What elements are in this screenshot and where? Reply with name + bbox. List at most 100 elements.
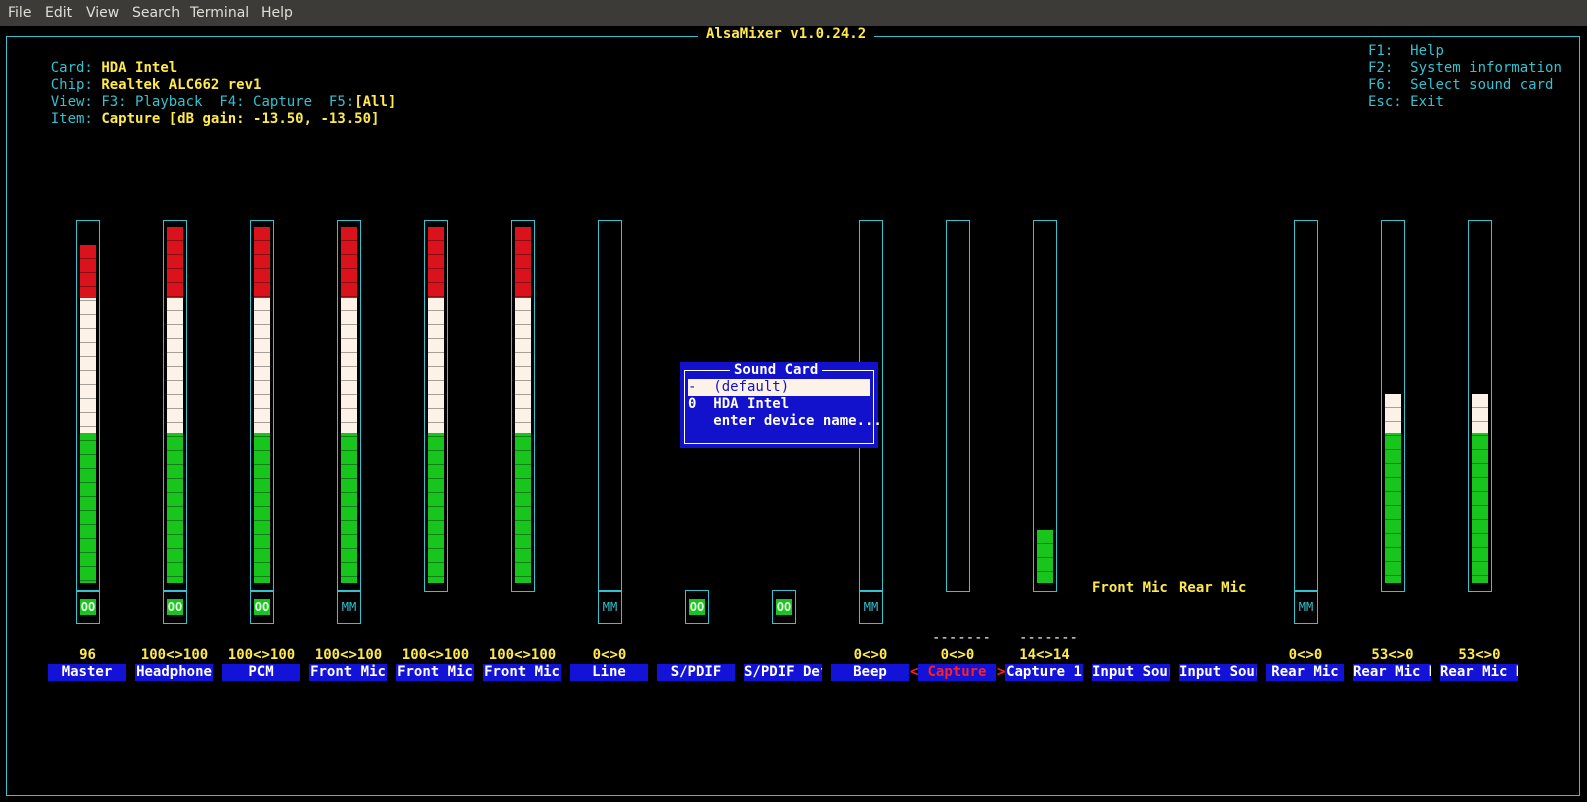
dialog-option-enter-device[interactable]: enter device name... xyxy=(688,413,882,430)
help-f1-text: Help xyxy=(1410,43,1444,59)
control-15-switch-state: MM xyxy=(1298,600,1314,614)
control-12-volume-value: 14<>14 xyxy=(1019,647,1070,663)
control-10-mute-switch[interactable]: MM xyxy=(859,590,883,624)
control-3-level-fill xyxy=(254,227,270,583)
control-5-level-fill xyxy=(428,227,444,583)
control-4-name-label[interactable]: Front Mic xyxy=(309,664,387,681)
control-1-volume-bar[interactable] xyxy=(76,220,100,592)
control-8-mute-switch[interactable]: OO xyxy=(685,590,709,624)
control-3-name-label[interactable]: PCM xyxy=(222,664,300,681)
control-12-volume-bar[interactable] xyxy=(1033,220,1057,592)
control-1-name-label[interactable]: Master xyxy=(48,664,126,681)
control-2-mute-switch[interactable]: OO xyxy=(163,590,187,624)
help-f1: F1: Help xyxy=(1368,43,1444,60)
help-esc-key: Esc: xyxy=(1368,94,1402,110)
control-16-volume-value: 53<>0 xyxy=(1371,647,1414,663)
control-7-switch-state: MM xyxy=(602,600,618,614)
help-f2-text: System information xyxy=(1410,60,1562,76)
select-arrow-right: > xyxy=(997,664,1006,680)
control-2-switch-state: OO xyxy=(167,599,183,615)
control-17-volume-value: 53<>0 xyxy=(1458,647,1501,663)
control-4-level-fill xyxy=(341,227,357,583)
menu-file[interactable]: File xyxy=(8,5,31,21)
menu-edit[interactable]: Edit xyxy=(45,5,72,21)
control-1-mute-switch[interactable]: OO xyxy=(76,590,100,624)
sound-card-dialog: Sound Card - (default) 0 HDA Intel enter… xyxy=(680,362,882,448)
control-2-name-label[interactable]: Headphone xyxy=(135,664,213,681)
help-f2: F2: System information xyxy=(1368,60,1562,77)
control-15-name-label[interactable]: Rear Mic xyxy=(1266,664,1344,681)
control-14-name-label[interactable]: Input Sour xyxy=(1179,664,1257,681)
control-7-mute-switch[interactable]: MM xyxy=(598,590,622,624)
control-4-switch-state: MM xyxy=(341,600,357,614)
item-label: Item: xyxy=(50,111,93,127)
control-8-name-label[interactable]: S/PDIF xyxy=(657,664,735,681)
item-line: Item: Capture [dB gain: -13.50, -13.50] xyxy=(17,94,380,145)
control-6-name-label[interactable]: Front Mic xyxy=(483,664,561,681)
control-12-level-fill xyxy=(1037,530,1053,583)
control-12-name-label[interactable]: Capture 1 xyxy=(1005,664,1083,681)
control-16-volume-bar[interactable] xyxy=(1381,220,1405,592)
control-17-level-fill xyxy=(1472,394,1488,583)
control-13-enum-value[interactable]: Front Mic xyxy=(1092,580,1168,597)
control-9-mute-switch[interactable]: OO xyxy=(772,590,796,624)
control-5-volume-value: 100<>100 xyxy=(401,647,470,663)
control-3-mute-switch[interactable]: OO xyxy=(250,590,274,624)
menu-help[interactable]: Help xyxy=(261,5,293,21)
help-f2-key: F2: xyxy=(1368,60,1394,76)
menu-search[interactable]: Search xyxy=(132,5,180,21)
menubar: File Edit View Search Terminal Help xyxy=(0,0,1587,26)
control-5-volume-bar[interactable] xyxy=(424,220,448,592)
control-10-volume-value: 0<>0 xyxy=(853,647,888,663)
control-6-level-fill xyxy=(515,227,531,583)
control-6-volume-bar[interactable] xyxy=(511,220,535,592)
control-12-capture-marker: ------- xyxy=(1018,630,1078,646)
help-esc-text: Exit xyxy=(1410,94,1444,110)
control-6-volume-value: 100<>100 xyxy=(488,647,557,663)
control-8-switch-state: OO xyxy=(689,599,705,615)
dialog-option-default[interactable]: - (default) xyxy=(688,379,870,396)
window-title: AlsaMixer v1.0.24.2 xyxy=(698,26,875,43)
control-9-name-label[interactable]: S/PDIF Def xyxy=(744,664,822,681)
menu-terminal[interactable]: Terminal xyxy=(190,5,249,21)
control-1-level-fill xyxy=(80,245,96,583)
dialog-option-hda-intel[interactable]: 0 HDA Intel xyxy=(688,396,870,413)
control-15-volume-value: 0<>0 xyxy=(1288,647,1323,663)
control-3-volume-bar[interactable] xyxy=(250,220,274,592)
help-f6-text: Select sound card xyxy=(1410,77,1554,93)
control-9-switch-state: OO xyxy=(776,599,792,615)
control-15-mute-switch[interactable]: MM xyxy=(1294,590,1318,624)
control-2-volume-bar[interactable] xyxy=(163,220,187,592)
control-4-volume-bar[interactable] xyxy=(337,220,361,592)
control-11-name-label[interactable]: Capture xyxy=(918,664,996,681)
control-4-mute-switch[interactable]: MM xyxy=(337,590,361,624)
select-arrow-left: < xyxy=(910,664,919,680)
control-2-level-fill xyxy=(167,227,183,583)
control-4-volume-value: 100<>100 xyxy=(314,647,383,663)
menu-view[interactable]: View xyxy=(86,5,119,21)
control-16-name-label[interactable]: Rear Mic B xyxy=(1353,664,1431,681)
dialog-title: Sound Card xyxy=(730,362,823,379)
control-15-volume-bar[interactable] xyxy=(1294,220,1318,592)
control-3-volume-value: 100<>100 xyxy=(227,647,296,663)
control-10-name-label[interactable]: Beep xyxy=(831,664,909,681)
control-16-level-fill xyxy=(1385,394,1401,583)
help-f1-key: F1: xyxy=(1368,43,1394,59)
control-3-switch-state: OO xyxy=(254,599,270,615)
control-13-name-label[interactable]: Input Sour xyxy=(1092,664,1170,681)
control-2-volume-value: 100<>100 xyxy=(140,647,209,663)
terminal-area[interactable]: AlsaMixer v1.0.24.2 Card: HDA Intel Chip… xyxy=(0,26,1587,802)
control-1-switch-state: OO xyxy=(80,599,96,615)
control-11-volume-bar[interactable] xyxy=(946,220,970,592)
control-7-volume-bar[interactable] xyxy=(598,220,622,592)
control-17-name-label[interactable]: Rear Mic B xyxy=(1440,664,1518,681)
control-5-name-label[interactable]: Front Mic xyxy=(396,664,474,681)
control-14-enum-value[interactable]: Rear Mic xyxy=(1179,580,1246,597)
item-value: Capture [dB gain: -13.50, -13.50] xyxy=(101,111,380,127)
control-7-name-label[interactable]: Line xyxy=(570,664,648,681)
help-f6-key: F6: xyxy=(1368,77,1394,93)
control-17-volume-bar[interactable] xyxy=(1468,220,1492,592)
control-11-volume-value: 0<>0 xyxy=(940,647,975,663)
control-7-volume-value: 0<>0 xyxy=(592,647,627,663)
help-esc: Esc: Exit xyxy=(1368,94,1444,111)
